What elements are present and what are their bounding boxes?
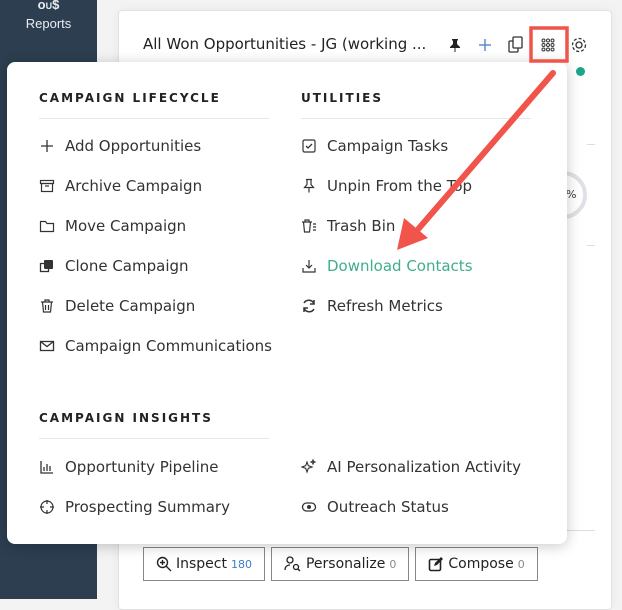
annotation-arrow: [411, 70, 556, 237]
annotation-overlay: [397, 26, 569, 250]
highlight-box: [529, 26, 569, 63]
